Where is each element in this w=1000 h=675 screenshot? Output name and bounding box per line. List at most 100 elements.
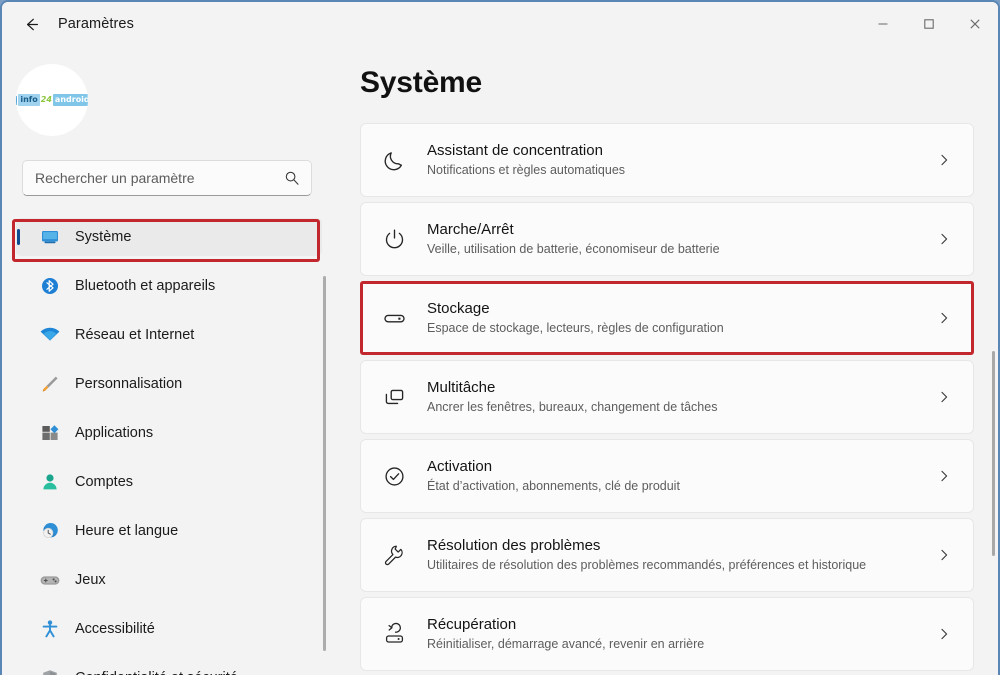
power-icon <box>379 227 409 252</box>
card-subtitle: Espace de stockage, lecteurs, règles de … <box>427 321 724 335</box>
sidebar-item-jeux[interactable]: Jeux <box>16 561 322 599</box>
sidebar-item-label: Réseau et Internet <box>75 327 195 343</box>
monitor-icon <box>37 227 63 247</box>
multitask-icon <box>379 385 409 410</box>
settings-card-troubleshoot[interactable]: Résolution des problèmes Utilitaires de … <box>360 518 974 592</box>
sidebar-item-label: Personnalisation <box>75 376 183 392</box>
sidebar-item-label: Jeux <box>75 572 106 588</box>
sidebar-item-heure[interactable]: Heure et langue <box>16 512 322 550</box>
card-title: Stockage <box>427 300 490 317</box>
card-text: Assistant de concentration Notifications… <box>427 141 937 179</box>
sidebar-item-label: Confidentialité et sécurité <box>75 670 238 675</box>
chevron-right-icon <box>937 469 951 483</box>
logo-24-text: 24 <box>40 95 52 104</box>
wrench-icon <box>379 543 409 568</box>
card-title: Multitâche <box>427 379 496 396</box>
selection-pill <box>17 229 20 245</box>
sidebar: info 24 android Rechercher un paramètre … <box>2 46 338 675</box>
sidebar-nav: Système Bluetooth et appareils Réseau et… <box>2 218 338 675</box>
card-subtitle: Ancrer les fenêtres, bureaux, changement… <box>427 400 718 414</box>
settings-card-power[interactable]: Marche/Arrêt Veille, utilisation de batt… <box>360 202 974 276</box>
settings-window: Paramètres info 24 android Rechercher un… <box>0 0 1000 675</box>
maximize-button[interactable] <box>906 2 952 46</box>
chevron-right-icon <box>937 627 951 641</box>
card-title: Résolution des problèmes <box>427 537 601 554</box>
minimize-icon <box>878 23 888 25</box>
logo-bars-icon <box>16 95 18 105</box>
search-box[interactable] <box>22 160 312 196</box>
back-arrow-icon <box>26 18 38 30</box>
card-subtitle: Réinitialiser, démarrage avancé, revenir… <box>427 637 705 651</box>
apps-icon <box>37 423 63 443</box>
logo-android-text: android <box>52 94 88 106</box>
chevron-right-icon <box>937 548 951 562</box>
settings-card-multitasking[interactable]: Multitâche Ancrer les fenêtres, bureaux,… <box>360 360 974 434</box>
close-icon <box>970 19 980 29</box>
maximize-icon <box>924 19 934 29</box>
bluetooth-icon <box>37 276 63 296</box>
logo-info-text: info <box>18 94 40 106</box>
card-text: Résolution des problèmes Utilitaires de … <box>427 536 937 574</box>
settings-card-recovery[interactable]: Récupération Réinitialiser, démarrage av… <box>360 597 974 671</box>
sidebar-item-label: Comptes <box>75 474 134 490</box>
window-title: Paramètres <box>58 16 134 32</box>
card-subtitle: Utilitaires de résolution des problèmes … <box>427 558 867 572</box>
sidebar-item-label: Système <box>75 229 132 245</box>
sidebar-scrollbar[interactable] <box>323 276 326 651</box>
recovery-icon <box>379 622 409 647</box>
card-title: Activation <box>427 458 493 475</box>
settings-card-focus-assist[interactable]: Assistant de concentration Notifications… <box>360 123 974 197</box>
settings-card-storage[interactable]: Stockage Espace de stockage, lecteurs, r… <box>360 281 974 355</box>
close-button[interactable] <box>952 2 998 46</box>
sidebar-item-applications[interactable]: Applications <box>16 414 322 452</box>
sidebar-item-personnalisation[interactable]: Personnalisation <box>16 365 322 403</box>
sidebar-item-bluetooth[interactable]: Bluetooth et appareils <box>16 267 322 305</box>
sidebar-item-reseau[interactable]: Réseau et Internet <box>16 316 322 354</box>
card-text: Marche/Arrêt Veille, utilisation de batt… <box>427 220 937 258</box>
card-subtitle: Veille, utilisation de batterie, économi… <box>427 242 720 256</box>
avatar[interactable]: info 24 android <box>16 64 88 136</box>
card-title: Assistant de concentration <box>427 142 603 159</box>
card-text: Stockage Espace de stockage, lecteurs, r… <box>427 299 937 337</box>
sidebar-item-systeme[interactable]: Système <box>16 218 322 256</box>
person-icon <box>37 472 63 492</box>
storage-drive-icon <box>379 306 409 331</box>
chevron-right-icon <box>937 390 951 404</box>
info24android-logo: info 24 android <box>16 94 88 106</box>
card-subtitle: Notifications et règles automatiques <box>427 163 626 177</box>
main-content: Système Assistant de concentration Notif… <box>338 46 998 675</box>
accessibility-icon <box>37 619 63 639</box>
title-bar: Paramètres <box>2 2 998 46</box>
sidebar-item-comptes[interactable]: Comptes <box>16 463 322 501</box>
sidebar-item-confidentialite[interactable]: Confidentialité et sécurité <box>16 659 322 675</box>
card-text: Multitâche Ancrer les fenêtres, bureaux,… <box>427 378 937 416</box>
card-title: Récupération <box>427 616 517 633</box>
check-circle-icon <box>379 464 409 489</box>
search-input[interactable] <box>23 169 277 187</box>
page-title: Système <box>360 66 483 99</box>
sidebar-item-label: Heure et langue <box>75 523 179 539</box>
gamepad-icon <box>37 570 63 590</box>
sidebar-item-label: Applications <box>75 425 154 441</box>
sidebar-item-accessibilite[interactable]: Accessibilité <box>16 610 322 648</box>
minimize-button[interactable] <box>860 2 906 46</box>
sidebar-item-label: Accessibilité <box>75 621 155 637</box>
chevron-right-icon <box>937 232 951 246</box>
main-scrollbar[interactable] <box>992 351 995 556</box>
paintbrush-icon <box>37 374 63 394</box>
clock-globe-icon <box>37 521 63 541</box>
wifi-icon <box>37 325 63 345</box>
settings-card-activation[interactable]: Activation État d’activation, abonnement… <box>360 439 974 513</box>
moon-icon <box>379 148 409 173</box>
search-icon <box>284 170 300 186</box>
sidebar-item-label: Bluetooth et appareils <box>75 278 216 294</box>
chevron-right-icon <box>937 153 951 167</box>
window-controls <box>860 2 998 46</box>
settings-card-list: Assistant de concentration Notifications… <box>360 123 974 675</box>
chevron-right-icon <box>937 311 951 325</box>
back-button[interactable] <box>14 7 48 41</box>
card-title: Marche/Arrêt <box>427 221 514 238</box>
shield-icon <box>37 668 63 675</box>
card-text: Activation État d’activation, abonnement… <box>427 457 937 495</box>
card-subtitle: État d’activation, abonnements, clé de p… <box>427 479 680 493</box>
